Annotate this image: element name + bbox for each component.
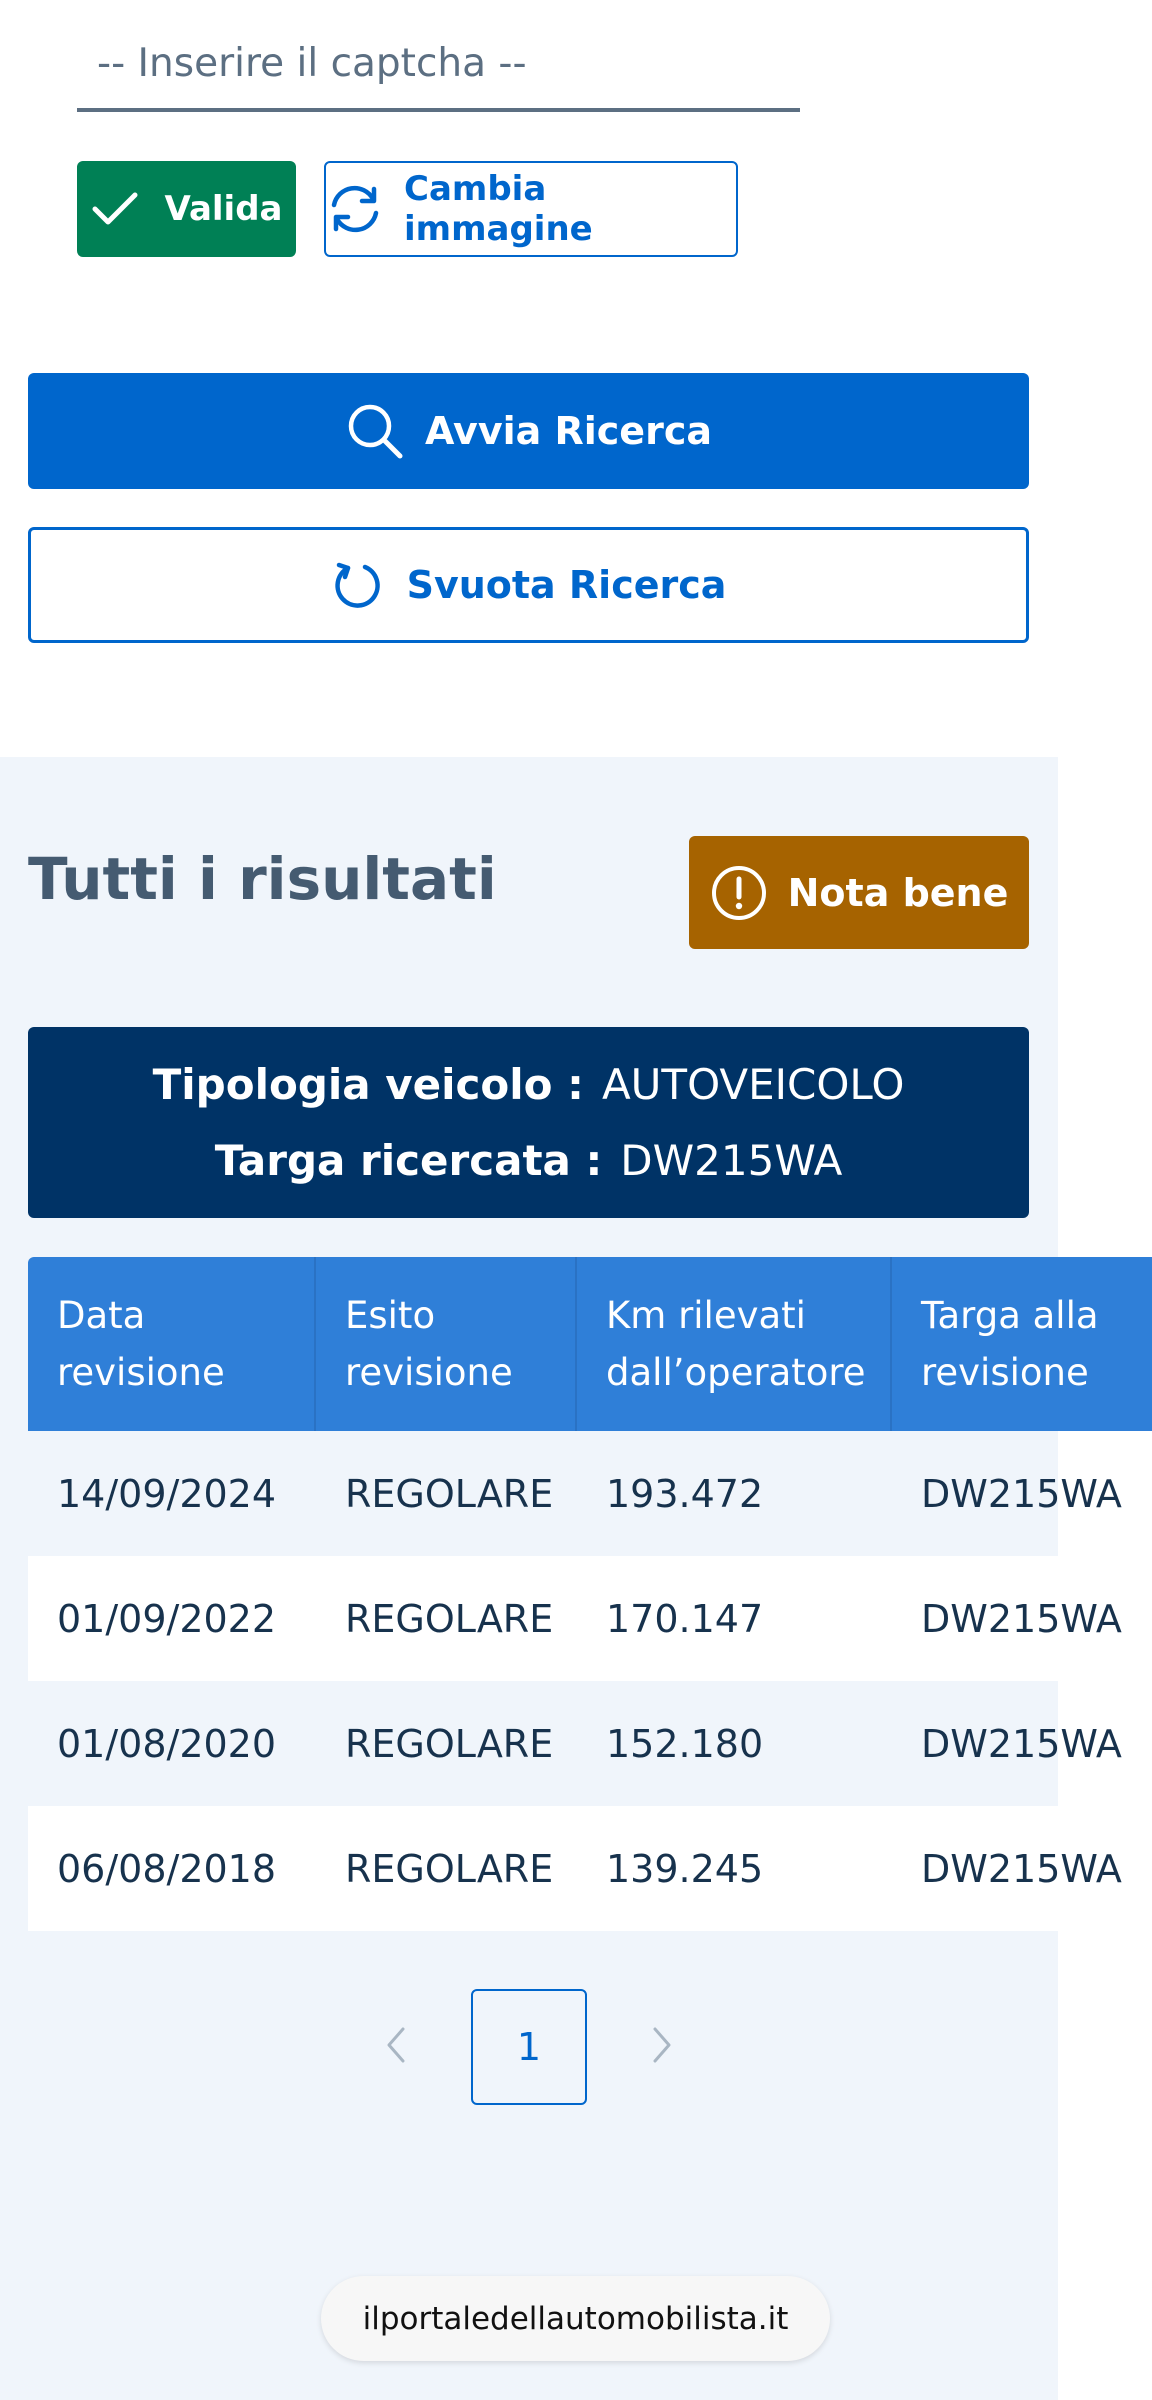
tipologia-row: Tipologia veicolo : AUTOVEICOLO [153, 1047, 905, 1123]
cambia-immagine-button[interactable]: Cambia immagine [324, 161, 738, 257]
chevron-left-icon [383, 2025, 407, 2069]
previous-page-button[interactable] [370, 2012, 420, 2082]
cell-targa: DW215WA [921, 1846, 1122, 1891]
avvia-ricerca-button[interactable]: Avvia Ricerca [28, 373, 1029, 489]
cell-targa: DW215WA [921, 1721, 1122, 1766]
header-data-revisione: Data revisione [28, 1257, 316, 1431]
cell-data: 01/08/2020 [57, 1721, 277, 1766]
browser-url-bar[interactable]: ilportaledellautomobilista.it [321, 2276, 830, 2361]
cell-esito: REGOLARE [345, 1846, 554, 1891]
valida-button[interactable]: Valida [77, 161, 296, 257]
svuota-ricerca-label: Svuota Ricerca [406, 563, 727, 607]
header-targa-revisione: Targa alla revisione [921, 1294, 1099, 1394]
nota-bene-label: Nota bene [787, 870, 1009, 915]
header-km-rilevati: Km rilevati dall’operatore [577, 1257, 892, 1431]
check-icon [91, 189, 139, 229]
cambia-immagine-label: Cambia immagine [404, 169, 593, 249]
cell-km: 139.245 [606, 1846, 764, 1891]
table-row: 14/09/2024 REGOLARE 193.472 DW215WA [28, 1431, 1122, 1556]
cell-data: 06/08/2018 [57, 1846, 277, 1891]
captcha-input[interactable] [77, 18, 800, 112]
avvia-ricerca-label: Avvia Ricerca [425, 409, 712, 453]
table-header: Data revisione Esito revisione Km rilevati… [28, 1257, 1152, 1431]
targa-label: Targa ricercata : [214, 1135, 603, 1185]
svuota-ricerca-button[interactable]: Svuota Ricerca [28, 527, 1029, 643]
results-title: Tutti i risultati [28, 845, 497, 913]
table-row: 01/08/2020 REGOLARE 152.180 DW215WA [28, 1681, 1122, 1806]
cell-esito: REGOLARE [345, 1596, 554, 1641]
cell-km: 152.180 [606, 1721, 764, 1766]
targa-value: DW215WA [620, 1135, 843, 1185]
cell-data: 14/09/2024 [57, 1471, 277, 1516]
chevron-right-icon [651, 2025, 675, 2069]
page-1-button[interactable]: 1 [471, 1989, 587, 2105]
search-icon [345, 401, 405, 461]
cell-targa: DW215WA [921, 1596, 1122, 1641]
alert-circle-icon [710, 864, 768, 922]
cell-esito: REGOLARE [345, 1721, 554, 1766]
tipologia-value: AUTOVEICOLO [601, 1059, 905, 1109]
reset-icon [331, 559, 383, 611]
table-row: 01/09/2022 REGOLARE 170.147 DW215WA [28, 1556, 1122, 1681]
nota-bene-button[interactable]: Nota bene [689, 836, 1029, 949]
cell-targa: DW215WA [921, 1471, 1122, 1516]
vehicle-info-box: Tipologia veicolo : AUTOVEICOLO Targa ri… [28, 1027, 1029, 1218]
tipologia-label: Tipologia veicolo : [152, 1059, 584, 1109]
refresh-icon [326, 183, 384, 235]
table-row: 06/08/2018 REGOLARE 139.245 DW215WA [28, 1806, 1122, 1931]
cell-km: 193.472 [606, 1471, 764, 1516]
valida-label: Valida [164, 189, 283, 229]
targa-row: Targa ricercata : DW215WA [215, 1123, 843, 1199]
header-esito-revisione: Esito revisione [316, 1257, 577, 1431]
next-page-button[interactable] [638, 2012, 688, 2082]
cell-esito: REGOLARE [345, 1471, 554, 1516]
cell-km: 170.147 [606, 1596, 764, 1641]
cell-data: 01/09/2022 [57, 1596, 277, 1641]
